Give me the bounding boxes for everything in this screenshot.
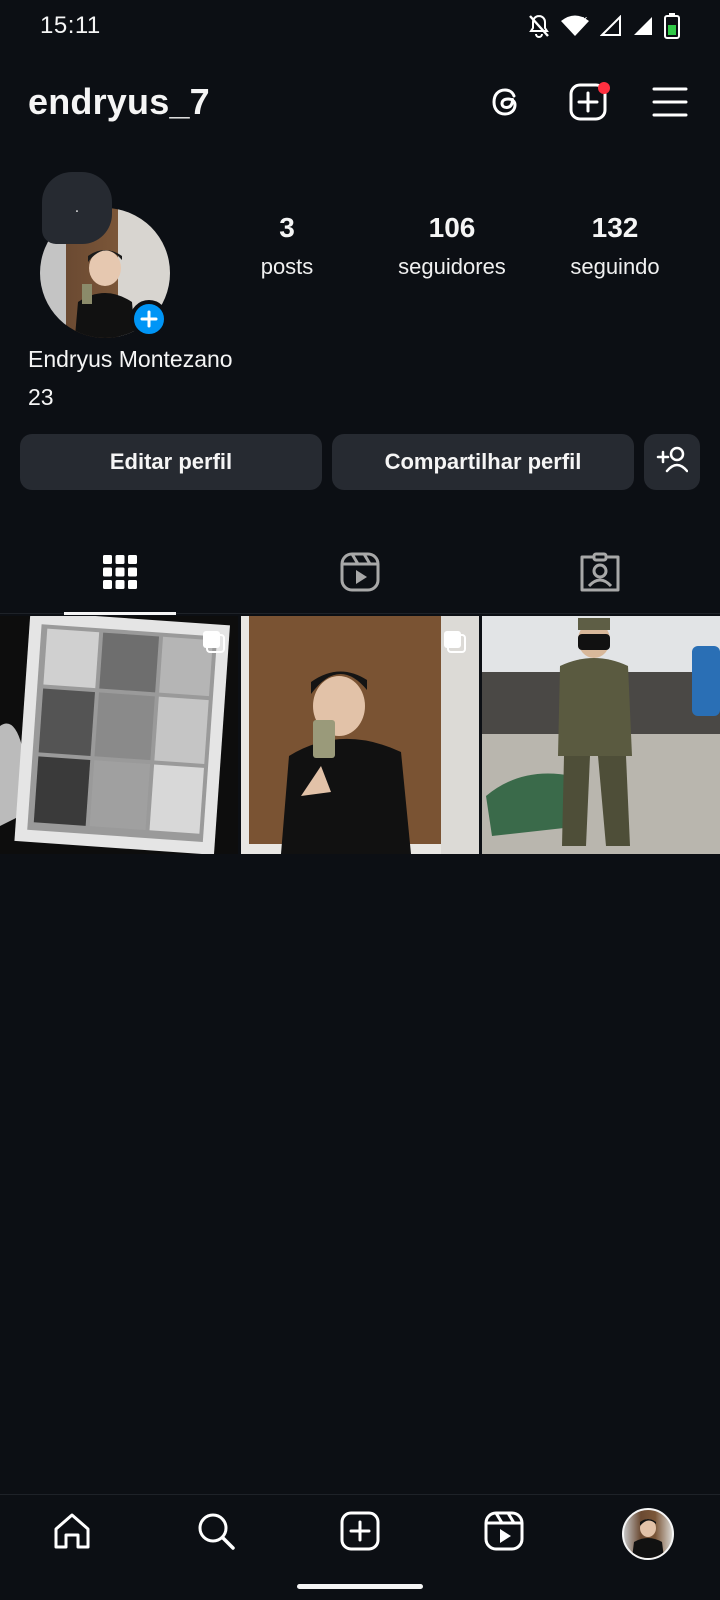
carousel-icon <box>202 630 226 654</box>
person-silhouette <box>632 1518 664 1558</box>
wifi-icon: x <box>560 14 590 38</box>
tab-grid[interactable] <box>0 534 240 615</box>
profile-tabs <box>0 534 720 615</box>
reels-icon <box>340 552 380 597</box>
share-profile-button[interactable]: Compartilhar perfil <box>332 434 634 490</box>
threads-icon[interactable] <box>486 82 526 122</box>
uniform-photo-image <box>482 616 720 854</box>
home-indicator[interactable] <box>297 1584 423 1589</box>
carousel-icon <box>443 630 467 654</box>
post-thumbnail[interactable] <box>0 616 238 854</box>
nav-home[interactable] <box>42 1504 102 1564</box>
home-icon <box>52 1511 92 1556</box>
nav-create[interactable] <box>330 1504 390 1564</box>
active-tab-indicator <box>64 612 176 615</box>
nav-profile[interactable] <box>618 1504 678 1564</box>
stat-value: 3 <box>279 212 295 243</box>
stat-label: seguidores <box>398 254 506 279</box>
battery-icon <box>664 13 680 39</box>
stat-following[interactable]: 132 seguindo <box>535 212 695 280</box>
bottom-navigation <box>0 1494 720 1572</box>
bio: 23 <box>28 384 54 410</box>
stat-followers[interactable]: 106 seguidores <box>372 212 532 280</box>
grid-icon <box>102 554 138 595</box>
profile-header: endryus_7 <box>0 70 720 134</box>
status-bar: 15:11 x <box>0 0 720 52</box>
profile-section: . 3 posts 106 seguidores 132 seguindo En… <box>0 170 720 420</box>
edit-profile-button[interactable]: Editar perfil <box>20 434 322 490</box>
create-icon[interactable] <box>568 82 610 122</box>
stat-posts[interactable]: 3 posts <box>207 212 367 280</box>
signal-icon <box>632 15 654 37</box>
tab-reels[interactable] <box>240 534 480 614</box>
add-user-icon <box>656 445 689 479</box>
posts-grid <box>0 616 720 854</box>
status-time: 15:11 <box>40 12 101 39</box>
username[interactable]: endryus_7 <box>28 81 210 123</box>
post-thumbnail[interactable] <box>482 616 720 854</box>
note-bubble[interactable]: . <box>42 172 112 244</box>
header-actions <box>486 82 692 122</box>
stat-label: posts <box>260 254 314 279</box>
stat-value: 106 <box>428 212 476 243</box>
bell-muted-icon <box>528 14 550 38</box>
profile-actions: Editar perfil Compartilhar perfil <box>20 434 700 490</box>
post-thumbnail[interactable] <box>241 616 479 854</box>
full-name: Endryus Montezano <box>28 346 233 372</box>
add-story-icon[interactable] <box>130 300 168 338</box>
profile-avatar <box>622 1507 674 1560</box>
menu-icon[interactable] <box>650 82 690 122</box>
nav-search[interactable] <box>186 1504 246 1564</box>
stat-value: 132 <box>591 212 639 243</box>
create-icon <box>340 1511 380 1556</box>
signal-icon <box>600 15 622 37</box>
notification-dot <box>598 82 610 94</box>
status-icons: x <box>528 13 680 39</box>
discover-people-button[interactable] <box>644 434 700 490</box>
nav-reels[interactable] <box>474 1504 534 1564</box>
tab-tagged[interactable] <box>480 534 720 614</box>
search-icon <box>196 1511 236 1556</box>
tagged-icon <box>580 552 620 597</box>
stat-label: seguindo <box>570 254 660 279</box>
reels-icon <box>484 1511 524 1556</box>
svg-text:x: x <box>582 15 588 25</box>
